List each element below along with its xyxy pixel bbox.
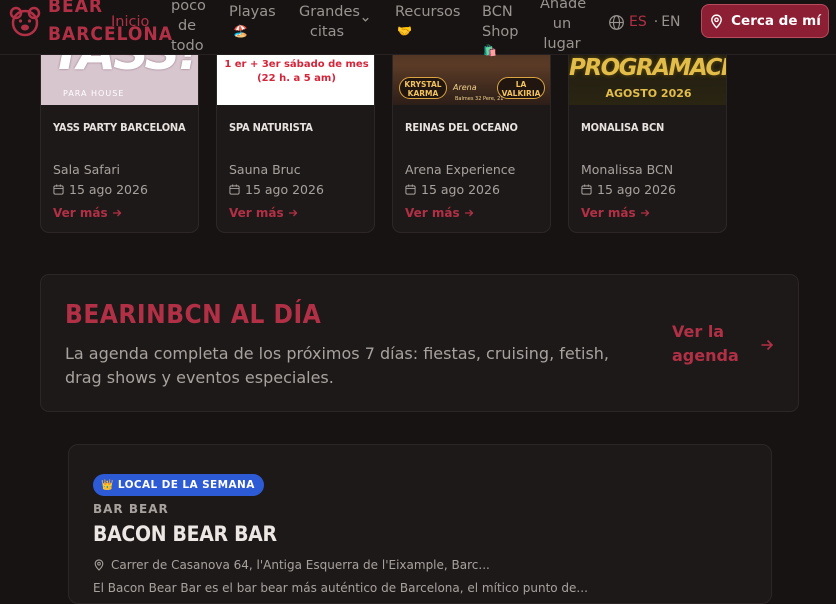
chevron-down-icon[interactable] (361, 15, 370, 24)
language-separator: · (653, 14, 659, 30)
nav-anade-line-2: un (552, 16, 572, 32)
calendar-icon (229, 184, 240, 195)
event-date: 15 ago 2026 (405, 182, 500, 197)
nav-poco-de-todo[interactable]: poco de todo (171, 0, 206, 54)
nav-poco-line-3: todo (171, 38, 204, 54)
event-venue: Monalissa BCN (581, 162, 674, 177)
ver-mas-link[interactable]: Ver más (405, 206, 474, 220)
event-venue: Sauna Bruc (229, 162, 301, 177)
local-address-text: Carrer de Casanova 64, l'Antiga Esquerra… (111, 558, 490, 572)
nav-inicio[interactable]: Inicio (111, 12, 149, 32)
event-date: 15 ago 2026 (53, 182, 148, 197)
local-category: BAR BEAR (93, 502, 169, 516)
near-me-label: Cerca de mí (731, 13, 821, 29)
arrow-right-icon[interactable] (760, 338, 774, 352)
nav-playas[interactable]: Playas 🏖️ (229, 2, 276, 40)
monalisa-image-subtitle: AGOSTO 2026 (605, 87, 692, 100)
nav-bcn-shop-line-1: BCN (482, 4, 513, 20)
nav-recursos-label: Recursos (395, 4, 461, 20)
arrow-right-icon (640, 209, 650, 217)
bear-logo-icon[interactable] (8, 5, 42, 39)
language-es-option[interactable]: ES (629, 14, 647, 30)
event-date: 15 ago 2026 (229, 182, 324, 197)
local-address: Carrer de Casanova 64, l'Antiga Esquerra… (93, 558, 490, 572)
ver-la-agenda-link[interactable]: Ver la agenda (672, 320, 739, 368)
local-of-the-week-badge: 👑 LOCAL DE LA SEMANA (93, 474, 264, 496)
krystal-karma-badge: KRYSTAL KARMA (399, 77, 447, 99)
nav-bcn-shop[interactable]: BCN Shop (482, 2, 518, 42)
event-date-text: 15 ago 2026 (245, 182, 324, 197)
crown-icon: 👑 (101, 479, 114, 491)
map-pin-icon (711, 13, 723, 29)
event-card-monalisa[interactable]: PROGRAMACIÓN AGOSTO 2026 MONALISA BCN Mo… (568, 24, 727, 233)
ver-mas-link[interactable]: Ver más (229, 206, 298, 220)
nav-anade-un-lugar[interactable]: Añade un lugar (540, 0, 587, 54)
monalisa-image-title: PROGRAMACIÓN (569, 55, 726, 81)
ver-mas-label: Ver más (581, 206, 636, 220)
sauna-image-line-2: (22 h. a 5 am) (257, 73, 336, 84)
nav-grandes-line-2: citas (309, 24, 345, 40)
reinas-image-center-text: Arena (453, 83, 477, 92)
event-card-yass[interactable]: YASS! PARA HOUSE YASS PARTY BARCELONA Sa… (40, 24, 199, 233)
top-navigation-bar: BEAR BARCELONA Inicio poco de todo Playa… (0, 0, 836, 55)
ver-mas-label: Ver más (229, 206, 284, 220)
agenda-banner: BEARINBCN AL DÍA La agenda completa de l… (40, 274, 799, 412)
near-me-button[interactable]: Cerca de mí (701, 4, 829, 38)
event-date-text: 15 ago 2026 (69, 182, 148, 197)
event-date: 15 ago 2026 (581, 182, 676, 197)
event-title: REINAS DEL OCEANO (405, 121, 518, 134)
sauna-image-line-1: 1 er + 3er sábado de mes (224, 59, 369, 70)
handshake-emoji-icon: 🤝 (397, 24, 412, 38)
yass-image-subtext: PARA HOUSE (63, 89, 125, 98)
nav-recursos[interactable]: Recursos 🤝 (395, 2, 460, 40)
local-badge-label: LOCAL DE LA SEMANA (117, 479, 255, 491)
beach-emoji-icon: 🏖️ (233, 24, 248, 38)
arrow-right-icon (288, 209, 298, 217)
language-switcher: ES · EN (608, 12, 681, 32)
nav-anade-line-1: Añade (540, 0, 587, 12)
agenda-description: La agenda completa de los próximos 7 día… (65, 344, 610, 387)
event-date-text: 15 ago 2026 (421, 182, 500, 197)
event-card-reinas-del-oceano[interactable]: KRYSTAL KARMA Arena LA VALKIRIA Balmes 3… (392, 24, 551, 233)
agenda-title: BEARINBCN AL DÍA (65, 300, 322, 330)
arrow-right-icon (112, 209, 122, 217)
local-name: BACON BEAR BAR (93, 522, 277, 546)
event-title: YASS PARTY BARCELONA (53, 121, 186, 134)
nav-playas-label: Playas (229, 4, 276, 20)
ver-mas-label: Ver más (53, 206, 108, 220)
event-venue: Sala Safari (53, 162, 120, 177)
language-en-option[interactable]: EN (661, 14, 680, 30)
event-title: SPA NATURISTA (229, 121, 313, 134)
event-venue: Arena Experience (405, 162, 516, 177)
ver-mas-link[interactable]: Ver más (53, 206, 122, 220)
calendar-icon (581, 184, 592, 195)
nav-grandes-citas[interactable]: Grandes citas (299, 2, 360, 42)
event-card-spa-naturista[interactable]: 1 er + 3er sábado de mes (22 h. a 5 am) … (216, 24, 375, 233)
shopping-bags-emoji-icon: 🛍️ (483, 44, 497, 57)
ver-mas-link[interactable]: Ver más (581, 206, 650, 220)
event-date-text: 15 ago 2026 (597, 182, 676, 197)
map-pin-icon (94, 559, 104, 571)
nav-poco-line-1: poco (171, 0, 206, 14)
ver-mas-label: Ver más (405, 206, 460, 220)
nav-anade-line-3: lugar (543, 36, 581, 52)
globe-icon (609, 14, 624, 30)
nav-bcn-shop-line-2: Shop (482, 24, 519, 40)
calendar-icon (405, 184, 416, 195)
nav-poco-line-2: de (177, 18, 197, 34)
calendar-icon (53, 184, 64, 195)
arrow-right-icon (464, 209, 474, 217)
reinas-image-address: Balmes 32 Pere, 21 (455, 96, 504, 102)
nav-grandes-line-1: Grandes (299, 4, 360, 20)
la-valkiria-badge: LA VALKIRIA (497, 77, 545, 99)
local-of-the-week-card[interactable]: 👑 LOCAL DE LA SEMANA BAR BEAR BACON BEAR… (68, 444, 772, 604)
event-title: MONALISA BCN (581, 121, 665, 134)
local-description: El Bacon Bear Bar es el bar bear más aut… (93, 581, 588, 595)
